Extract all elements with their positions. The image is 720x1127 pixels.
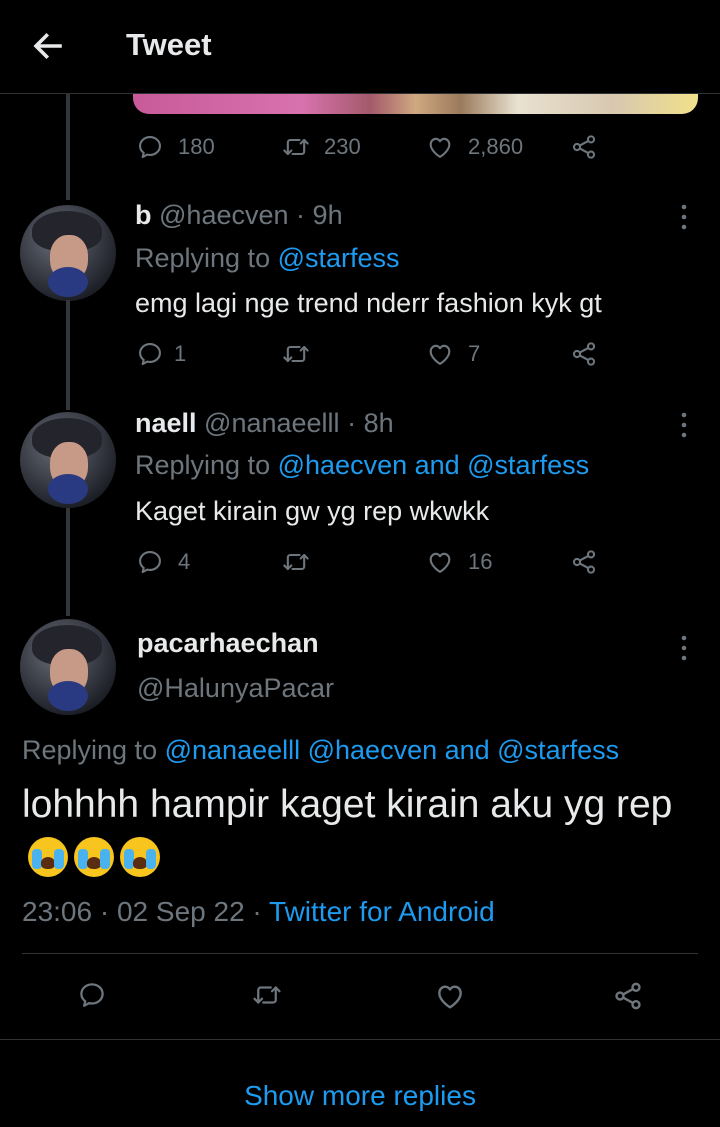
tweet-source-link[interactable]: Twitter for Android — [269, 896, 495, 927]
crying-face-emoji-icon — [74, 837, 114, 877]
share-icon — [570, 548, 598, 576]
reply-button[interactable]: 4 — [136, 548, 190, 576]
tweet-date: 02 Sep 22 — [116, 896, 245, 927]
reply-count: 1 — [174, 341, 187, 366]
retweet-icon — [252, 980, 282, 1010]
reply-count: 4 — [178, 549, 191, 574]
main-tweet-actions — [0, 980, 720, 1014]
mention-link[interactable]: @haecven and @starfess — [278, 450, 589, 480]
replying-to: Replying to @haecven and @starfess — [135, 450, 590, 480]
like-button[interactable] — [434, 980, 466, 1012]
divider — [22, 953, 698, 954]
back-arrow-icon[interactable] — [30, 28, 66, 64]
retweet-icon — [282, 133, 310, 161]
like-icon — [426, 133, 454, 161]
page-title: Tweet — [126, 27, 212, 62]
tweet-time: 23:06 — [22, 896, 93, 927]
reply-button[interactable]: 1 — [136, 340, 186, 368]
replying-to: Replying to @starfess — [135, 243, 400, 273]
reply-header: naell @nanaeelll · 8h — [135, 408, 394, 439]
reply-actions: 4 16 — [136, 548, 616, 582]
avatar[interactable] — [20, 412, 116, 508]
thread-line — [66, 300, 70, 410]
retweet-icon — [282, 548, 310, 576]
handle[interactable]: @nanaeelll — [204, 408, 340, 438]
retweet-count: 230 — [324, 134, 361, 159]
reply-icon — [136, 133, 164, 161]
like-button[interactable]: 16 — [426, 548, 492, 576]
top-app-bar: Tweet — [0, 0, 720, 94]
timestamp[interactable]: 8h — [364, 408, 394, 438]
reply-icon — [136, 548, 164, 576]
dot-separator: · — [252, 896, 262, 927]
reply-icon — [136, 340, 164, 368]
show-more-replies-button[interactable]: Show more replies — [0, 1080, 720, 1112]
retweet-icon — [282, 340, 310, 368]
replying-to: Replying to @nanaeelll @haecven and @sta… — [22, 735, 620, 765]
mention-link[interactable]: @starfess — [278, 243, 400, 273]
reply-count: 180 — [178, 134, 215, 159]
retweet-button[interactable] — [252, 980, 282, 1010]
like-count: 7 — [468, 341, 481, 366]
tweet-metadata: 23:06 · 02 Sep 22 · Twitter for Android — [22, 896, 495, 928]
more-icon[interactable] — [680, 411, 688, 439]
like-icon — [426, 548, 454, 576]
divider — [0, 1039, 720, 1040]
dot-separator: · — [296, 200, 306, 230]
like-button[interactable]: 2,860 — [426, 133, 523, 161]
share-button[interactable] — [612, 980, 644, 1012]
crying-face-emoji-icon — [120, 837, 160, 877]
like-button[interactable]: 7 — [426, 340, 480, 368]
retweet-button[interactable]: 230 — [282, 133, 361, 161]
main-display-name: pacarhaechan — [137, 628, 319, 658]
share-button[interactable] — [570, 340, 598, 368]
avatar[interactable] — [20, 619, 116, 715]
timestamp[interactable]: 9h — [313, 200, 343, 230]
top-tweet-actions: 180 230 2,860 — [136, 133, 616, 167]
like-count: 16 — [468, 549, 493, 574]
tweet-text: emg lagi nge trend nderr fashion kyk gt — [135, 288, 602, 318]
like-icon — [434, 980, 466, 1012]
like-icon — [426, 340, 454, 368]
dot-separator: · — [99, 896, 110, 927]
share-button[interactable] — [570, 133, 598, 161]
share-icon — [570, 340, 598, 368]
more-icon[interactable] — [680, 203, 688, 231]
dot-separator: · — [347, 408, 357, 438]
thread-line — [66, 94, 70, 200]
reply-header: b @haecven · 9h — [135, 200, 343, 231]
reply-icon — [77, 980, 107, 1010]
retweet-button[interactable] — [282, 340, 310, 368]
main-tweet-text: lohhhh hampir kaget kirain aku yg rep — [22, 778, 702, 886]
crying-face-emoji-icon — [28, 837, 68, 877]
share-button[interactable] — [570, 548, 598, 576]
more-icon[interactable] — [680, 634, 688, 662]
like-count: 2,860 — [468, 134, 524, 159]
main-handle[interactable]: @HalunyaPacar — [137, 673, 334, 704]
mention-link[interactable]: @nanaeelll @haecven and @starfess — [165, 735, 619, 765]
reply-button[interactable] — [77, 980, 107, 1010]
handle[interactable]: @haecven — [159, 200, 289, 230]
display-name[interactable]: naell — [135, 408, 197, 438]
thread-line — [66, 508, 70, 616]
reply-actions: 1 7 — [136, 340, 616, 374]
tweet-text: Kaget kirain gw yg rep wkwkk — [135, 496, 490, 526]
share-icon — [612, 980, 644, 1012]
avatar[interactable] — [20, 205, 116, 301]
share-icon — [570, 133, 598, 161]
display-name[interactable]: b — [135, 200, 152, 230]
reply-button[interactable]: 180 — [136, 133, 215, 161]
retweet-button[interactable] — [282, 548, 310, 576]
tweet-media-image[interactable] — [133, 94, 698, 114]
